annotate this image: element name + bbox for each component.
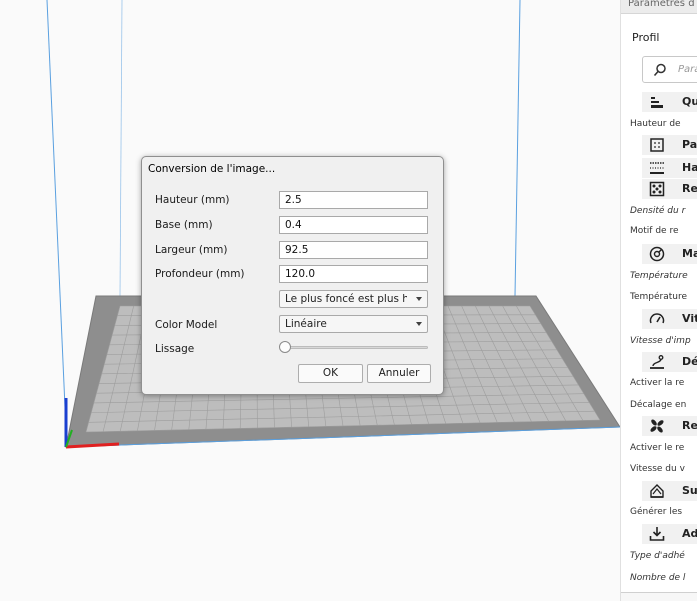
image-conversion-dialog: Conversion de l'image... Hauteur (mm) 2.… [141,156,444,395]
category-label: Sup [682,484,697,497]
depth-label: Profondeur (mm) [155,268,245,280]
width-input[interactable]: 92.5 [279,241,428,259]
setting-row[interactable]: Densité du r [630,206,685,216]
category-top-bottom[interactable]: Ha [642,158,697,178]
search-icon [653,63,666,77]
support-icon [650,484,664,498]
color-model-value: Linéaire [285,318,327,330]
height-input[interactable]: 2.5 [279,191,428,209]
build-volume-edge-right [514,0,521,297]
setting-row[interactable]: Température [630,292,687,302]
travel-icon [650,355,664,369]
print-settings-panel: Paramètres d Profil Para Qua Hauteur de … [620,0,697,601]
category-label: Ha [682,161,697,174]
category-walls[interactable]: Par [642,135,697,155]
category-label: Adh [682,527,697,540]
category-adhesion[interactable]: Adh [642,524,697,544]
setting-row[interactable]: Motif de re [630,226,678,236]
top-bottom-icon [650,162,664,174]
cancel-button[interactable]: Annuler [367,364,431,383]
color-model-select[interactable]: Linéaire [279,315,428,333]
category-label: Par [682,138,697,151]
color-model-label: Color Model [155,319,218,331]
category-label: Ref [682,419,697,432]
category-speed[interactable]: Vite [642,309,697,329]
setting-row[interactable]: Générer les [630,507,682,517]
base-input[interactable]: 0.4 [279,216,428,234]
profile-label: Profil [632,31,660,44]
height-label: Hauteur (mm) [155,194,230,206]
brightness-mode-value: Le plus foncé est plus h... [285,293,407,305]
category-quality[interactable]: Qua [642,92,697,112]
setting-row[interactable]: Décalage en [630,400,686,410]
setting-row[interactable]: Hauteur de [630,119,681,129]
depth-input[interactable]: 120.0 [279,265,428,283]
material-icon [649,246,665,262]
width-label: Largeur (mm) [155,244,228,256]
setting-row[interactable]: Nombre de l [630,573,685,583]
infill-icon [649,181,665,197]
base-label: Base (mm) [155,219,213,231]
build-volume-edge-back-left [119,0,123,297]
setting-row[interactable]: Vitesse d'imp [630,336,691,346]
ok-button[interactable]: OK [298,364,363,383]
category-material[interactable]: Ma [642,244,697,264]
settings-search-input[interactable]: Para [642,56,697,83]
build-volume-edge-left [46,0,67,431]
setting-row[interactable]: Température [630,271,688,281]
search-placeholder: Para [678,64,697,75]
setting-row[interactable]: Vitesse du v [630,464,685,474]
quality-icon [651,97,663,108]
category-label: Vite [682,312,697,325]
smoothing-slider-handle[interactable] [279,341,291,353]
category-infill[interactable]: Rer [642,179,697,199]
category-label: Qua [682,95,697,108]
brightness-mode-select[interactable]: Le plus foncé est plus h... [279,290,428,308]
setting-row[interactable]: Type d'adhé [630,551,685,561]
walls-icon [650,138,664,152]
category-travel[interactable]: Dé [642,352,697,372]
cooling-icon [650,419,664,433]
panel-header: Paramètres d [621,0,697,14]
adhesion-icon [649,527,665,541]
chevron-down-icon [416,297,422,301]
setting-row[interactable]: Activer le re [630,443,684,453]
category-label: Ma [682,247,697,260]
category-label: Rer [682,182,697,195]
category-cooling[interactable]: Ref [642,416,697,436]
smoothing-slider-track[interactable] [282,346,428,349]
setting-row[interactable]: Activer la re [630,378,684,388]
speed-icon [649,313,665,324]
chevron-down-icon [416,322,422,326]
category-support[interactable]: Sup [642,481,697,501]
category-label: Dé [682,355,697,368]
dialog-title: Conversion de l'image... [148,163,276,175]
smoothing-label: Lissage [155,343,195,355]
panel-footer [621,592,697,601]
